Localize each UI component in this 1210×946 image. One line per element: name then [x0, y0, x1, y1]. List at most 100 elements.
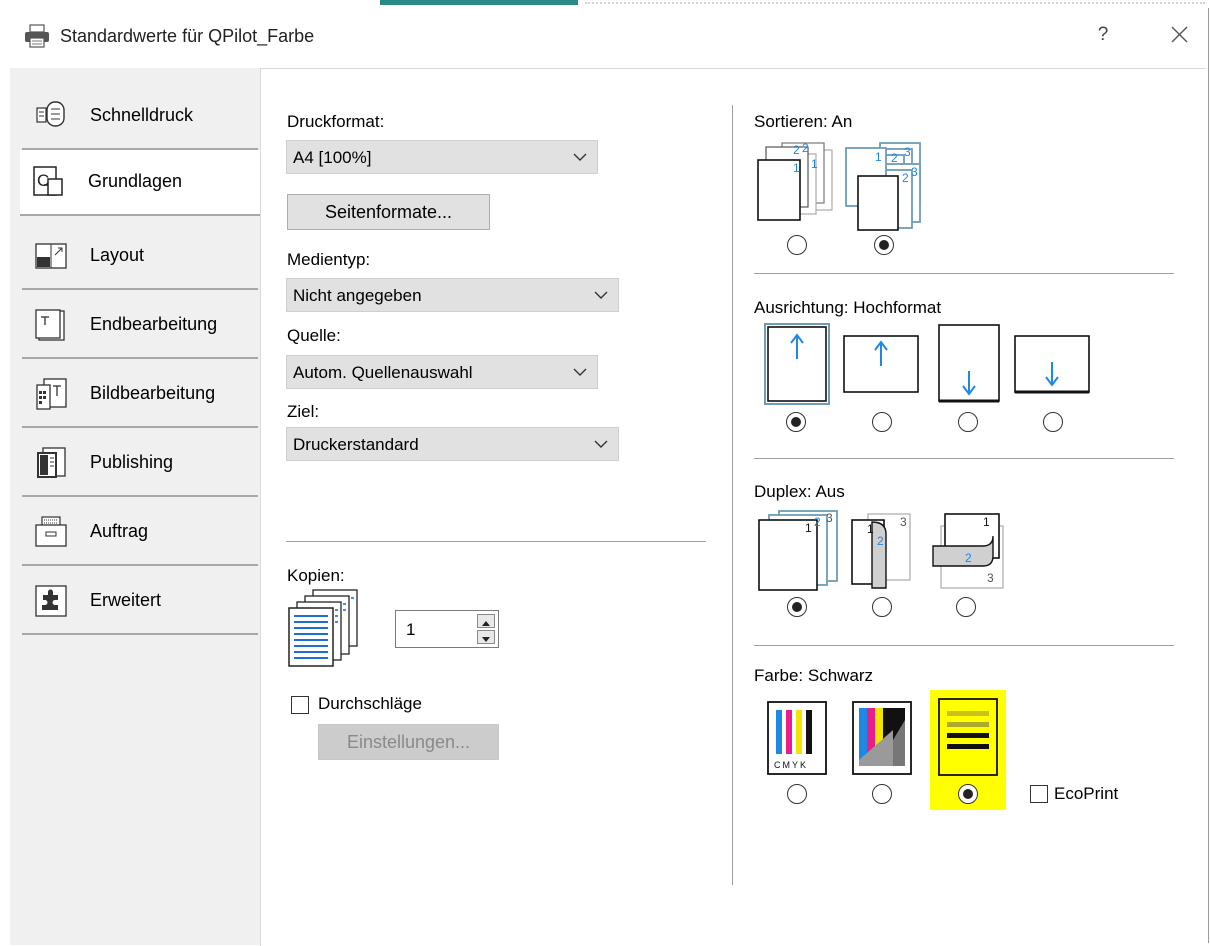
color-auto-icon	[852, 701, 912, 775]
tab-endbearbeitung[interactable]: Endbearbeitung	[22, 293, 258, 359]
einstellungen-button[interactable]: Einstellungen...	[318, 724, 499, 760]
ziel-label: Ziel:	[287, 402, 320, 421]
ausrichtung-hochformat-radio[interactable]	[786, 412, 806, 432]
duplex-short-edge-icon: 1 2 3	[932, 513, 1004, 589]
sortieren-value: An	[831, 112, 853, 131]
medientyp-label: Medientyp:	[287, 250, 371, 269]
svg-text:1: 1	[793, 161, 800, 175]
svg-text:3: 3	[826, 511, 833, 525]
duplex-long-edge-icon: 1 2 3	[851, 513, 911, 589]
dialog-title: Standardwerte für QPilot_Farbe	[60, 26, 315, 46]
duplex-aus-radio[interactable]	[787, 597, 807, 617]
ausrichtung-label: Ausrichtung:	[754, 298, 849, 317]
quelle-value: Autom. Quellenauswahl	[293, 363, 473, 382]
copies-value: 1	[406, 620, 416, 639]
copies-stepper[interactable]: 1	[395, 610, 499, 648]
chevron-down-icon	[594, 440, 608, 448]
farbe-auto-radio[interactable]	[872, 784, 892, 804]
chevron-down-icon	[573, 368, 587, 376]
tab-publishing[interactable]: Publishing	[22, 431, 258, 497]
svg-text:1: 1	[983, 515, 990, 529]
chevron-down-icon	[573, 153, 587, 161]
tab-layout[interactable]: Layout	[22, 224, 258, 290]
portrait-orientation-icon	[764, 323, 830, 405]
copies-increment[interactable]	[477, 614, 495, 628]
duplex-lange-kante-radio[interactable]	[872, 597, 892, 617]
tab-schnelldruck[interactable]: Schnelldruck	[22, 84, 258, 150]
farbe-label: Farbe:	[754, 666, 804, 685]
tab-label: Bildbearbeitung	[90, 383, 216, 403]
farbe-farbe-radio[interactable]	[787, 784, 807, 804]
tab-label: Auftrag	[90, 521, 149, 541]
svg-text:2: 2	[902, 171, 909, 185]
color-cmyk-icon: CMYK	[767, 701, 827, 775]
duplex-kurze-kante-radio[interactable]	[956, 597, 976, 617]
printer-icon	[25, 24, 49, 48]
landscape-orientation-icon	[843, 335, 919, 393]
help-button[interactable]: ?	[1088, 20, 1118, 50]
divider	[754, 645, 1174, 646]
ausrichtung-heading: Ausrichtung: Hochformat	[754, 298, 941, 318]
tab-grundlagen[interactable]: C Grundlagen	[20, 150, 261, 216]
druckformat-label: Druckformat:	[287, 112, 385, 131]
kopien-label: Kopien:	[287, 566, 345, 585]
ausrichtung-hochformat-gedreht-radio[interactable]	[958, 412, 978, 432]
ziel-dropdown[interactable]: Druckerstandard	[286, 427, 619, 461]
sortieren-an-radio[interactable]	[874, 235, 894, 255]
svg-text:3: 3	[911, 165, 918, 179]
copies-decrement[interactable]	[477, 630, 495, 644]
finishing-icon	[35, 309, 65, 341]
tab-label: Endbearbeitung	[90, 314, 218, 334]
tab-erweitert[interactable]: Erweitert	[22, 569, 258, 635]
svg-text:2: 2	[802, 141, 809, 155]
ausrichtung-querformat-gedreht-radio[interactable]	[1043, 412, 1063, 432]
duplex-label: Duplex:	[754, 482, 812, 501]
svg-text:2: 2	[877, 534, 884, 548]
title-accent-bar	[380, 0, 578, 5]
portrait-rotated-orientation-icon	[938, 324, 1000, 403]
tab-label: Schnelldruck	[90, 105, 194, 125]
duplex-value: Aus	[815, 482, 845, 501]
close-button[interactable]	[1162, 18, 1196, 52]
landscape-rotated-orientation-icon	[1014, 335, 1090, 394]
druckformat-value: A4 [100%]	[293, 148, 372, 167]
quelle-label: Quelle:	[287, 326, 341, 345]
farbe-heading: Farbe: Schwarz	[754, 666, 873, 686]
basic-icon: C	[33, 166, 63, 196]
tab-bildbearbeitung[interactable]: Bildbearbeitung	[22, 362, 258, 428]
close-icon	[1171, 26, 1188, 43]
tab-label: Publishing	[90, 452, 174, 472]
medientyp-value: Nicht angegeben	[293, 286, 422, 305]
chevron-up-icon	[482, 621, 490, 626]
sortieren-aus-radio[interactable]	[787, 235, 807, 255]
quick-print-icon	[36, 101, 65, 127]
durchschlaege-label: Durchschläge	[318, 694, 422, 713]
quelle-dropdown[interactable]: Autom. Quellenauswahl	[286, 355, 598, 389]
job-icon	[35, 516, 67, 547]
ausrichtung-value: Hochformat	[853, 298, 942, 317]
durchschlaege-checkbox[interactable]	[291, 696, 309, 714]
advanced-icon	[35, 585, 67, 617]
svg-text:3: 3	[987, 571, 994, 585]
ziel-value: Druckerstandard	[293, 435, 419, 454]
divider	[754, 458, 1174, 459]
tab-auftrag[interactable]: Auftrag	[22, 500, 258, 566]
farbe-value: Schwarz	[807, 666, 874, 685]
divider	[754, 273, 1174, 274]
tab-label: Layout	[90, 245, 145, 265]
tab-label: Erweitert	[90, 590, 162, 610]
svg-text:1: 1	[811, 157, 818, 171]
druckformat-dropdown[interactable]: A4 [100%]	[286, 140, 598, 174]
seitenformate-button[interactable]: Seitenformate...	[287, 194, 490, 230]
farbe-schwarz-radio[interactable]	[958, 784, 978, 804]
collate-off-icon: 2 2 1 1	[757, 141, 833, 221]
svg-text:2: 2	[793, 143, 800, 157]
publishing-icon	[37, 447, 66, 478]
column-divider	[732, 105, 733, 885]
duplex-heading: Duplex: Aus	[754, 482, 845, 502]
ausrichtung-querformat-radio[interactable]	[872, 412, 892, 432]
ecoprint-checkbox[interactable]	[1030, 785, 1048, 803]
copies-icon	[288, 589, 358, 667]
medientyp-dropdown[interactable]: Nicht angegeben	[286, 278, 619, 312]
svg-text:1: 1	[805, 521, 812, 535]
